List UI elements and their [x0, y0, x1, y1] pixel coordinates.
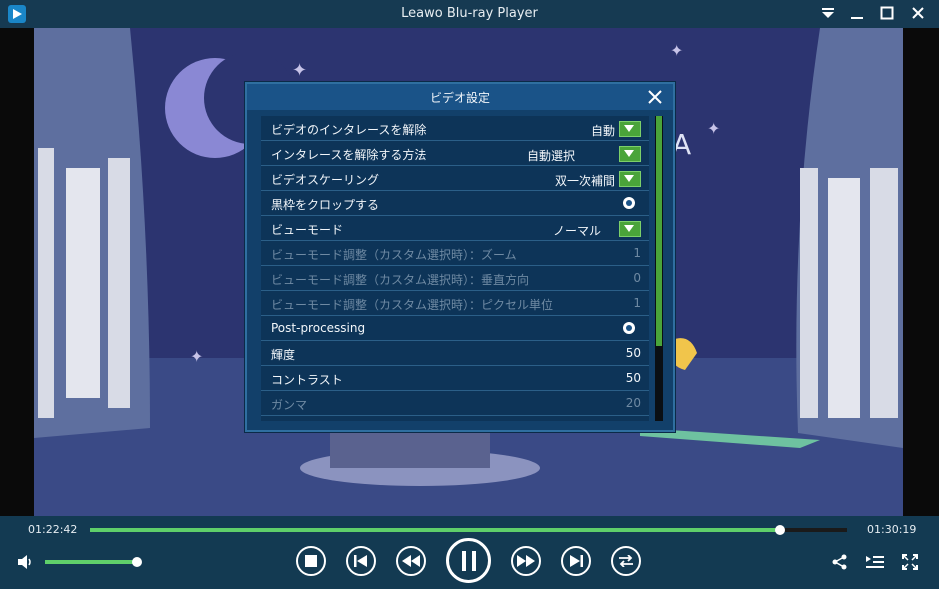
- pause-button[interactable]: [446, 538, 491, 583]
- current-time: 01:22:42: [28, 523, 78, 536]
- stop-button[interactable]: [296, 546, 326, 576]
- dialog-scrollbar[interactable]: [655, 116, 663, 421]
- pause-icon: [461, 550, 476, 571]
- previous-icon: [354, 555, 367, 567]
- setting-value[interactable]: 50: [626, 346, 641, 360]
- setting-label: ビデオのインタレースを解除: [271, 123, 427, 137]
- close-window-button[interactable]: [907, 4, 929, 24]
- rewind-icon: [402, 555, 420, 567]
- dropdown-value[interactable]: 双一次補間: [555, 172, 615, 189]
- setting-label: コントラスト: [271, 373, 343, 387]
- volume-slider[interactable]: [45, 557, 143, 567]
- dialog-close-button[interactable]: [645, 87, 665, 107]
- setting-row-crop-black-bars: 黒枠をクロップする: [261, 191, 649, 216]
- setting-row-view-pixel: ビューモード調整（カスタム選択時）：ピクセル単位 1: [261, 291, 649, 316]
- setting-label: 輝度: [271, 348, 296, 362]
- svg-text:✦: ✦: [707, 119, 720, 138]
- stop-icon: [305, 555, 317, 567]
- setting-row-post-processing: Post-processing: [261, 316, 649, 341]
- setting-row-deinterlace-method: インタレースを解除する方法 自動選択: [261, 141, 649, 166]
- volume-handle[interactable]: [132, 557, 143, 567]
- setting-value: 1: [633, 246, 641, 260]
- setting-label: ガンマ: [271, 398, 308, 412]
- setting-row-view-vertical: ビューモード調整（カスタム選択時）：垂直方向 0: [261, 266, 649, 291]
- svg-text:✦: ✦: [670, 41, 683, 60]
- toggle-radio[interactable]: [623, 197, 635, 209]
- window-title: Leawo Blu-ray Player: [401, 6, 538, 21]
- setting-label: ビューモード調整（カスタム選択時）：ピクセル単位: [271, 298, 554, 312]
- minimize-button[interactable]: [846, 4, 868, 24]
- toggle-radio[interactable]: [623, 322, 635, 334]
- settings-list: ビデオのインタレースを解除 自動 インタレースを解除する方法 自動選択 ビデオス…: [261, 116, 649, 421]
- setting-label: 黒枠をクロップする: [271, 198, 380, 212]
- volume-level: [45, 560, 138, 564]
- setting-label: Post-processing: [271, 321, 366, 335]
- dropdown-arrow-icon[interactable]: [619, 171, 641, 187]
- setting-row-view-zoom: ビューモード調整（カスタム選択時）：ズーム 1: [261, 241, 649, 266]
- dialog-header: ビデオ設定: [247, 84, 673, 110]
- previous-button[interactable]: [346, 546, 376, 576]
- setting-row-view-mode: ビューモード ノーマル: [261, 216, 649, 241]
- menu-dropdown-icon[interactable]: [817, 4, 839, 24]
- dropdown-arrow-icon[interactable]: [619, 221, 641, 237]
- setting-row-contrast: コントラスト 50: [261, 366, 649, 391]
- video-frame[interactable]: ✦ ✦ ✦ ✦ A ビデオ設定 ビデオのインタレースを解除 自動 インタレースを…: [0, 28, 939, 516]
- repeat-button[interactable]: [611, 546, 641, 576]
- dropdown-arrow-icon[interactable]: [619, 121, 641, 137]
- setting-label: ビューモード: [271, 223, 344, 237]
- setting-label: ビデオスケーリング: [271, 173, 380, 187]
- setting-label: インタレースを解除する方法: [271, 148, 427, 162]
- dropdown-value[interactable]: 自動: [591, 122, 615, 139]
- player-controls: 01:22:42 01:30:19: [0, 516, 939, 589]
- next-button[interactable]: [561, 546, 591, 576]
- video-settings-dialog: ビデオ設定 ビデオのインタレースを解除 自動 インタレースを解除する方法 自動選…: [245, 82, 675, 432]
- maximize-button[interactable]: [876, 4, 898, 24]
- fast-forward-button[interactable]: [511, 546, 541, 576]
- setting-label: ビューモード調整（カスタム選択時）：ズーム: [271, 248, 517, 262]
- speaker-icon[interactable]: [17, 554, 35, 574]
- repeat-icon: [619, 555, 633, 567]
- dialog-title: ビデオ設定: [429, 91, 490, 105]
- setting-value: 1: [633, 296, 641, 310]
- share-icon[interactable]: [832, 554, 848, 574]
- setting-value[interactable]: 50: [626, 371, 641, 385]
- setting-value: 0: [633, 271, 641, 285]
- svg-text:✦: ✦: [292, 60, 307, 81]
- setting-row-brightness: 輝度 50: [261, 341, 649, 366]
- setting-row-video-scaling: ビデオスケーリング 双一次補間: [261, 166, 649, 191]
- setting-label: ビューモード調整（カスタム選択時）：垂直方向: [271, 273, 530, 287]
- fullscreen-icon[interactable]: [902, 554, 918, 574]
- dropdown-value[interactable]: ノーマル: [553, 222, 601, 239]
- setting-row-deinterlace: ビデオのインタレースを解除 自動: [261, 116, 649, 141]
- svg-text:✦: ✦: [190, 347, 203, 366]
- rewind-button[interactable]: [396, 546, 426, 576]
- setting-value: 20: [625, 396, 641, 410]
- seek-bar-handle[interactable]: [774, 525, 785, 535]
- playlist-icon[interactable]: [866, 554, 884, 574]
- total-time: 01:30:19: [867, 523, 917, 536]
- close-icon: [648, 90, 662, 104]
- dropdown-arrow-icon[interactable]: [619, 146, 641, 162]
- title-bar: Leawo Blu-ray Player: [0, 0, 939, 29]
- setting-row-gamma: ガンマ 20: [261, 391, 649, 416]
- seek-bar-progress: [90, 528, 780, 532]
- fast-forward-icon: [517, 555, 535, 567]
- dropdown-value[interactable]: 自動選択: [527, 147, 575, 164]
- seek-bar[interactable]: [90, 525, 847, 535]
- next-icon: [570, 555, 583, 567]
- scrollbar-thumb[interactable]: [656, 116, 662, 346]
